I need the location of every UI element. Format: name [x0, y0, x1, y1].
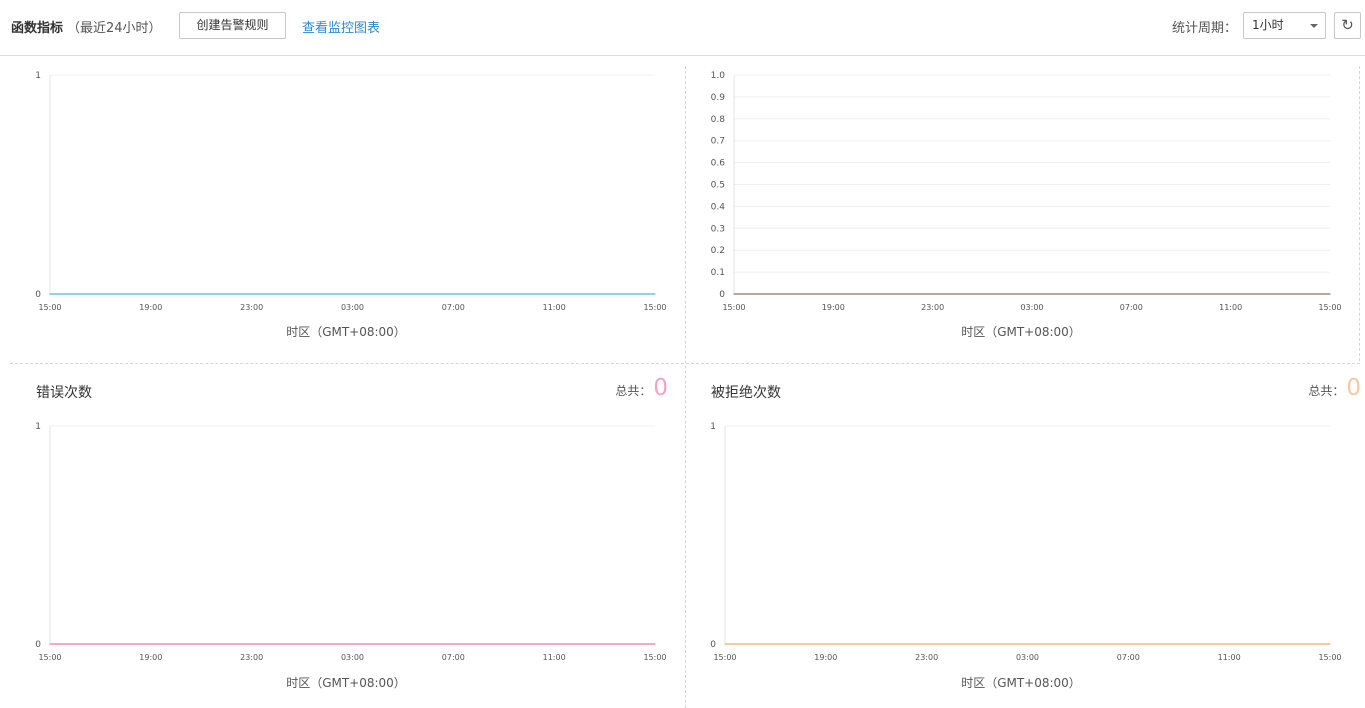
- data-point: [1127, 643, 1130, 645]
- x-tick-label: 15:00: [722, 303, 745, 312]
- data-point: [150, 643, 152, 645]
- panel-divider-horizontal: [10, 363, 1360, 364]
- data-point: [1031, 293, 1033, 295]
- x-tick-label: 19:00: [139, 653, 162, 662]
- x-axis-label: 时区（GMT+08:00）: [961, 676, 1081, 690]
- create-alarm-rule-button[interactable]: 创建告警规则: [179, 12, 286, 39]
- header-bar: 函数指标 （最近24小时） 创建告警规则 查看监控图表 统计周期： 1小时 ↻: [0, 0, 1365, 56]
- chevron-down-icon: [1310, 24, 1318, 28]
- data-point: [250, 643, 253, 645]
- chart-panel-rejected: 被拒绝次数 总共：0 0 1 15:00 19:00 23:00 03:00 07:00 11…: [686, 365, 1361, 708]
- y-tick-label: 0: [35, 640, 41, 650]
- chart-1: 0 0.1 0.2 0.3 0.4 0.5 0.6 0.7 0.8 0.9 1.0 15:00 19:0…: [711, 71, 1342, 339]
- x-tick-label: 07:00: [1120, 303, 1143, 312]
- data-point: [724, 643, 726, 645]
- y-tick-label: 0.6: [711, 159, 726, 169]
- y-tick-label: 0.9: [711, 93, 726, 103]
- x-tick-label: 23:00: [240, 303, 263, 312]
- x-axis-label: 时区（GMT+08:00）: [286, 676, 406, 690]
- data-point: [1329, 293, 1331, 295]
- data-point: [49, 643, 51, 645]
- chart-0: 0 1 15:00 19:00 23:00 03:00 07:00 11:00 15:00 时区（…: [35, 71, 666, 339]
- y-tick-label: 0: [35, 290, 41, 300]
- x-tick-label: 11:00: [543, 653, 566, 662]
- x-tick-label: 07:00: [442, 653, 465, 662]
- x-tick-label: 15:00: [643, 303, 666, 312]
- x-tick-label: 23:00: [240, 653, 263, 662]
- y-tick-label: 0.8: [711, 115, 726, 125]
- data-point: [931, 293, 934, 295]
- y-tick-label: 0.7: [711, 137, 725, 147]
- chart-panel-0: 0 1 15:00 19:00 23:00 03:00 07:00 11:00 15:00 时区（…: [0, 60, 685, 360]
- x-tick-label: 23:00: [921, 303, 944, 312]
- data-point: [553, 643, 555, 645]
- y-tick-label: 0.3: [711, 224, 725, 234]
- data-point: [250, 293, 253, 295]
- x-tick-label: 11:00: [1219, 303, 1242, 312]
- x-tick-label: 15:00: [643, 653, 666, 662]
- x-tick-label: 11:00: [543, 303, 566, 312]
- data-point: [1329, 643, 1331, 645]
- refresh-button[interactable]: ↻: [1334, 12, 1361, 39]
- period-select[interactable]: 1小时: [1243, 12, 1326, 39]
- x-tick-label: 07:00: [442, 303, 465, 312]
- panel-divider-right: [1359, 66, 1360, 361]
- chart-panel-errors: 错误次数 总共：0 0 1 15:00 19:00 23:00 03:00 07:00 11:…: [0, 365, 685, 708]
- period-label: 统计周期：: [1172, 21, 1238, 36]
- x-tick-label: 15:00: [1318, 303, 1341, 312]
- y-tick-label: 0.2: [711, 246, 725, 256]
- x-axis-label: 时区（GMT+08:00）: [286, 325, 406, 339]
- x-tick-label: 19:00: [822, 303, 845, 312]
- x-tick-label: 11:00: [1218, 653, 1241, 662]
- y-tick-label: 0: [710, 640, 716, 650]
- data-point: [351, 293, 354, 295]
- chart-3: 0 1 15:00 19:00 23:00 03:00 07:00 11:00 15:00 时区（…: [710, 422, 1341, 690]
- data-point: [1229, 293, 1232, 295]
- period-select-value: 1小时: [1252, 18, 1284, 32]
- x-tick-label: 15:00: [713, 653, 736, 662]
- data-point: [150, 293, 152, 295]
- y-tick-label: 0.1: [711, 268, 725, 278]
- y-tick-label: 1: [710, 422, 716, 432]
- view-monitor-charts-link[interactable]: 查看监控图表: [302, 17, 380, 36]
- data-point: [452, 293, 455, 295]
- refresh-icon: ↻: [1341, 16, 1354, 34]
- y-tick-label: 1.0: [711, 71, 726, 81]
- y-tick-label: 0.5: [711, 181, 725, 191]
- data-point: [1228, 643, 1230, 645]
- data-point: [452, 643, 455, 645]
- page-title: 函数指标: [11, 21, 64, 36]
- y-tick-label: 1: [35, 71, 41, 81]
- x-tick-label: 03:00: [341, 303, 364, 312]
- time-range-subtitle: （最近24小时）: [67, 21, 162, 36]
- x-tick-label: 03:00: [1016, 653, 1039, 662]
- data-point: [832, 293, 835, 295]
- x-tick-label: 07:00: [1117, 653, 1140, 662]
- y-tick-label: 0.4: [711, 202, 726, 212]
- data-point: [925, 643, 928, 645]
- x-tick-label: 15:00: [38, 303, 61, 312]
- x-tick-label: 19:00: [814, 653, 837, 662]
- y-tick-label: 0: [719, 290, 725, 300]
- x-tick-label: 03:00: [341, 653, 364, 662]
- data-point: [825, 643, 827, 645]
- x-tick-label: 03:00: [1020, 303, 1043, 312]
- x-tick-label: 15:00: [1318, 653, 1341, 662]
- x-tick-label: 23:00: [915, 653, 938, 662]
- chart-2: 0 1 15:00 19:00 23:00 03:00 07:00 11:00 15:00 时区（…: [35, 422, 666, 690]
- data-point: [1130, 293, 1133, 295]
- data-point: [553, 293, 555, 295]
- data-point: [1026, 643, 1029, 645]
- data-point: [654, 643, 656, 645]
- x-tick-label: 15:00: [38, 653, 61, 662]
- data-point: [733, 293, 735, 295]
- y-tick-label: 1: [35, 422, 41, 432]
- data-point: [351, 643, 354, 645]
- chart-panel-1: 0 0.1 0.2 0.3 0.4 0.5 0.6 0.7 0.8 0.9 1.0 15:00 19:0…: [686, 60, 1359, 360]
- x-tick-label: 19:00: [139, 303, 162, 312]
- data-point: [654, 293, 656, 295]
- data-point: [49, 293, 51, 295]
- x-axis-label: 时区（GMT+08:00）: [961, 325, 1081, 339]
